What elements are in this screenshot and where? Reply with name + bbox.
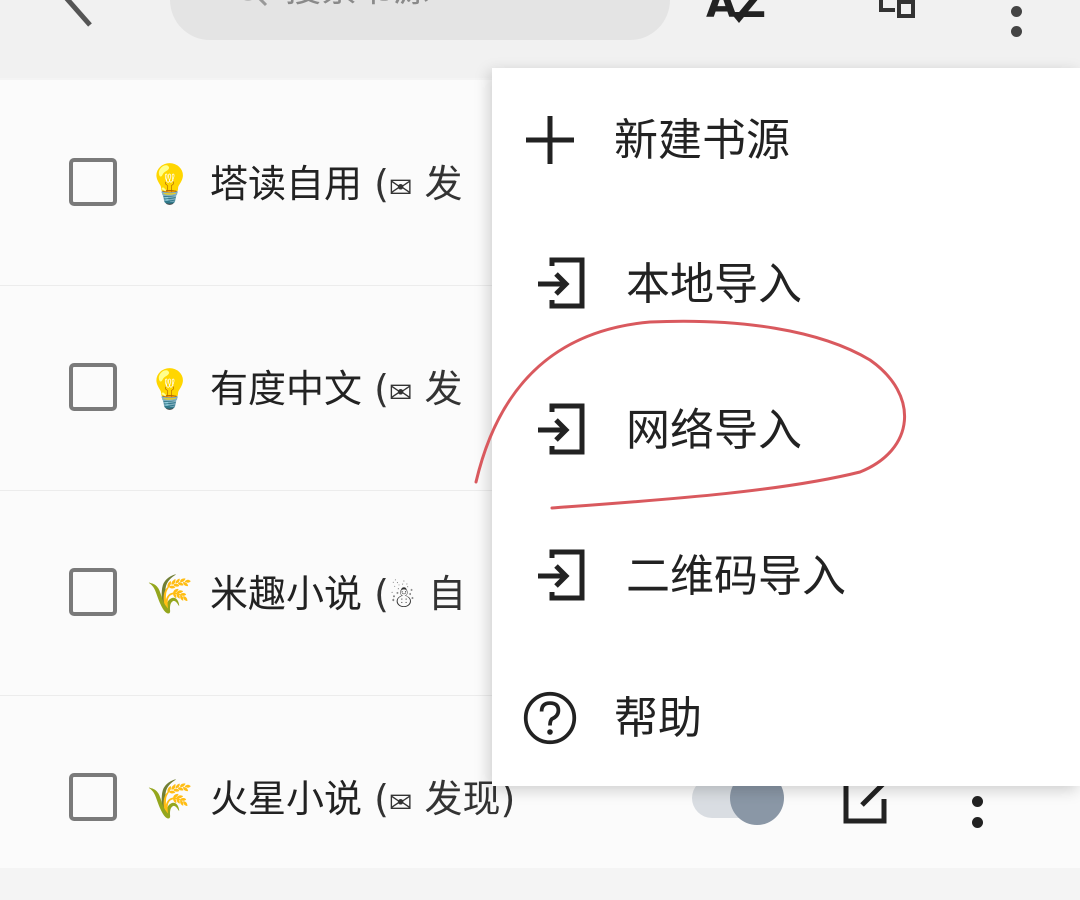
checkbox[interactable] <box>69 773 117 821</box>
mail-icon: ✉ <box>388 786 413 819</box>
menu-item-label: 帮助 <box>614 693 702 744</box>
menu-item-new-source[interactable]: 新建书源 <box>492 90 1080 190</box>
mail-icon: ✉ <box>388 376 413 409</box>
menu-item-label: 网络导入 <box>626 405 802 456</box>
source-meta: (✉ 发 <box>374 162 463 206</box>
top-app-bar: 搜索书源 AZ <box>0 0 1080 78</box>
more-options-icon[interactable] <box>1008 0 1024 37</box>
lightbulb-icon: 💡 <box>146 162 194 206</box>
menu-item-network-import[interactable]: 网络导入 <box>492 380 1080 480</box>
rice-icon: 🌾 <box>146 572 194 616</box>
checkbox[interactable] <box>69 568 117 616</box>
import-icon <box>538 549 585 601</box>
snowman-icon: ☃ <box>388 580 416 615</box>
menu-item-label: 新建书源 <box>614 115 790 166</box>
checkbox[interactable] <box>69 363 117 411</box>
search-input[interactable]: 搜索书源 <box>170 0 670 40</box>
sort-button[interactable]: AZ <box>706 0 766 24</box>
rice-icon: 🌾 <box>146 777 194 821</box>
source-name: 有度中文 <box>210 367 363 411</box>
lightbulb-icon: 💡 <box>146 367 194 411</box>
source-name: 火星小说 <box>210 777 363 821</box>
import-icon <box>538 403 585 455</box>
search-icon <box>244 0 268 7</box>
plus-icon <box>526 116 574 164</box>
source-meta: (✉ 发 <box>374 367 463 411</box>
menu-item-local-import[interactable]: 本地导入 <box>492 234 1080 334</box>
group-icon[interactable] <box>855 0 919 26</box>
back-arrow-icon[interactable] <box>50 0 110 30</box>
menu-item-help[interactable]: 帮助 <box>492 668 1080 768</box>
popup-menu: 新建书源 本地导入 网络导入 二维码导入 帮助 <box>492 68 1080 786</box>
checkbox[interactable] <box>69 158 117 206</box>
source-meta: (☃ 自 <box>374 572 466 616</box>
source-name: 米趣小说 <box>210 572 363 616</box>
mail-icon: ✉ <box>388 171 413 204</box>
import-icon <box>538 257 585 309</box>
menu-item-label: 本地导入 <box>626 259 802 310</box>
help-circle-icon <box>523 691 577 745</box>
menu-item-label: 二维码导入 <box>626 551 846 602</box>
sort-caret-icon <box>730 12 748 23</box>
menu-item-qrcode-import[interactable]: 二维码导入 <box>492 526 1080 626</box>
search-placeholder: 搜索书源 <box>285 0 429 10</box>
source-name: 塔读自用 <box>210 162 363 206</box>
